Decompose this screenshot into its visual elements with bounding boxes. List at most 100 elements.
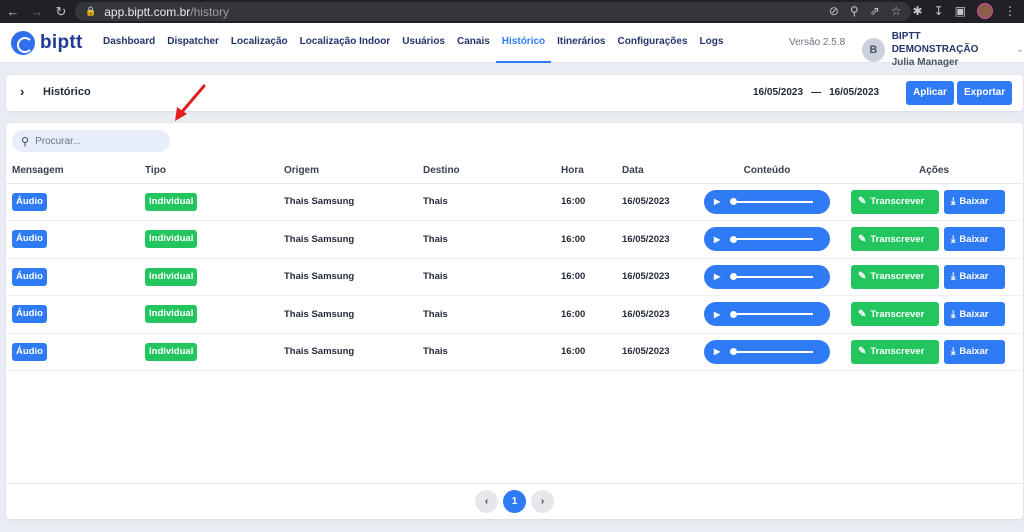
chevron-left-icon[interactable]: ‹ <box>475 490 498 513</box>
menu-item-localizacao-indoor[interactable]: Localização Indoor <box>294 23 397 63</box>
message-type-badge: Áudio <box>12 305 47 324</box>
url-path: /history <box>190 4 229 19</box>
menu-item-dispatcher[interactable]: Dispatcher <box>161 23 225 63</box>
chevron-right-icon[interactable]: › <box>20 84 24 99</box>
date-cell: 16/05/2023 <box>622 183 689 221</box>
page-current[interactable]: 1 <box>503 490 526 513</box>
col-conteudo: Conteúdo <box>689 159 845 184</box>
audio-player[interactable]: ▶ <box>704 302 830 327</box>
menu-item-localizacao[interactable]: Localização <box>225 23 294 63</box>
origin-cell: Thais Samsung <box>284 183 423 221</box>
apply-button[interactable]: Aplicar <box>906 81 954 105</box>
play-icon[interactable]: ▶ <box>714 235 720 244</box>
transcribe-label: Transcrever <box>870 196 925 208</box>
seek-track[interactable] <box>737 238 814 241</box>
call-type-badge: Individual <box>145 305 198 324</box>
browser-toolbar: ← → ↻ 🔒 app.biptt.com.br/history ⊘ ⚲ ⇗ ☆… <box>0 0 1024 23</box>
download-button[interactable]: ⤓ Baixar <box>944 339 1005 364</box>
date-range[interactable]: 16/05/2023 — 16/05/2023 <box>753 87 879 98</box>
transcribe-button[interactable]: ✎ Transcrever <box>851 339 939 364</box>
extensions-icon[interactable]: ✱ <box>913 4 923 18</box>
key-icon[interactable]: ⚲ <box>850 4 859 18</box>
table-header-row: Mensagem Tipo Origem Destino Hora Data C… <box>6 159 1023 184</box>
seek-handle[interactable] <box>730 235 738 243</box>
transcribe-button[interactable]: ✎ Transcrever <box>851 302 939 327</box>
chevron-right-icon[interactable]: › <box>531 490 554 513</box>
user-menu[interactable]: B BIPTT DEMONSTRAÇÃO Julia Manager ⌄ <box>862 30 1024 69</box>
reload-icon[interactable]: ↻ <box>50 4 72 20</box>
profile-avatar[interactable] <box>977 3 993 19</box>
search-icon: ⚲ <box>21 135 30 148</box>
address-bar[interactable]: 🔒 app.biptt.com.br/history <box>75 2 911 21</box>
col-origem[interactable]: Origem <box>284 159 423 184</box>
more-icon[interactable]: ⋮ <box>1004 4 1016 18</box>
download-label: Baixar <box>959 308 989 320</box>
logo-icon <box>11 31 35 55</box>
menu-item-itinerarios[interactable]: Itinerários <box>551 23 611 63</box>
seek-handle[interactable] <box>730 310 738 318</box>
audio-player[interactable]: ▶ <box>704 264 830 289</box>
date-cell: 16/05/2023 <box>622 258 689 296</box>
call-type-badge: Individual <box>145 230 198 249</box>
download-button[interactable]: ⤓ Baixar <box>944 264 1005 289</box>
table-row: Áudio Individual Thais Samsung Thais 16:00 16… <box>6 220 1023 259</box>
download-button[interactable]: ⤓ Baixar <box>944 189 1005 214</box>
col-destino[interactable]: Destino <box>423 159 561 184</box>
seek-handle[interactable] <box>730 198 738 206</box>
audio-player[interactable]: ▶ <box>704 339 830 364</box>
date-cell: 16/05/2023 <box>622 295 689 334</box>
transcribe-icon: ✎ <box>858 308 867 320</box>
menu-item-usuarios[interactable]: Usuários <box>396 23 451 63</box>
audio-player[interactable]: ▶ <box>704 189 830 214</box>
forward-icon[interactable]: → <box>26 4 48 19</box>
download-button[interactable]: ⤓ Baixar <box>944 227 1005 252</box>
col-tipo[interactable]: Tipo <box>145 159 284 184</box>
seek-track[interactable] <box>737 350 814 353</box>
play-icon[interactable]: ▶ <box>714 197 720 206</box>
time-cell: 16:00 <box>561 220 622 259</box>
seek-track[interactable] <box>737 313 814 316</box>
col-mensagem[interactable]: Mensagem <box>6 159 145 184</box>
date-to[interactable]: 16/05/2023 <box>829 87 879 98</box>
logo-text: biptt <box>40 32 83 53</box>
call-type-badge: Individual <box>145 192 198 211</box>
menu-item-configuracoes[interactable]: Configurações <box>612 23 694 63</box>
play-icon[interactable]: ▶ <box>714 347 720 356</box>
date-from[interactable]: 16/05/2023 <box>753 87 803 98</box>
version-label: Versão 2.5.8 <box>789 37 846 48</box>
call-type-badge: Individual <box>145 267 198 286</box>
menu-item-canais[interactable]: Canais <box>451 23 496 63</box>
history-card: ⚲ Mensagem Tipo Origem Destino Hora Data… <box>6 123 1023 519</box>
menu-item-historico[interactable]: Histórico <box>495 23 552 63</box>
transcribe-button[interactable]: ✎ Transcrever <box>851 189 939 214</box>
back-icon[interactable]: ← <box>2 4 24 19</box>
play-icon[interactable]: ▶ <box>714 310 720 319</box>
seek-handle[interactable] <box>730 348 738 356</box>
download-icon[interactable]: ↧ <box>934 4 944 18</box>
time-cell: 16:00 <box>561 333 622 371</box>
search-box[interactable]: ⚲ <box>12 130 170 152</box>
logo[interactable]: biptt <box>11 31 83 55</box>
download-icon: ⤓ <box>951 271 956 283</box>
download-button[interactable]: ⤓ Baixar <box>944 302 1005 327</box>
share-icon[interactable]: ⇗ <box>870 4 880 18</box>
origin-cell: Thais Samsung <box>284 333 423 371</box>
col-hora[interactable]: Hora <box>561 159 622 184</box>
sidepanel-icon[interactable]: ▣ <box>955 4 966 18</box>
seek-handle[interactable] <box>730 273 738 281</box>
star-icon[interactable]: ☆ <box>891 4 902 18</box>
transcribe-button[interactable]: ✎ Transcrever <box>851 227 939 252</box>
menu-item-logs[interactable]: Logs <box>694 23 730 63</box>
search-input[interactable] <box>35 135 156 147</box>
seek-track[interactable] <box>737 275 814 278</box>
audio-player[interactable]: ▶ <box>704 227 830 252</box>
seek-track[interactable] <box>737 200 814 203</box>
download-label: Baixar <box>959 271 989 283</box>
export-button[interactable]: Exportar <box>957 81 1013 105</box>
play-icon[interactable]: ▶ <box>714 272 720 281</box>
transcribe-button[interactable]: ✎ Transcrever <box>851 264 939 289</box>
page-title: Histórico <box>43 86 91 98</box>
menu-item-dashboard[interactable]: Dashboard <box>97 23 161 63</box>
col-data[interactable]: Data <box>622 159 689 184</box>
blocked-icon[interactable]: ⊘ <box>829 4 839 18</box>
